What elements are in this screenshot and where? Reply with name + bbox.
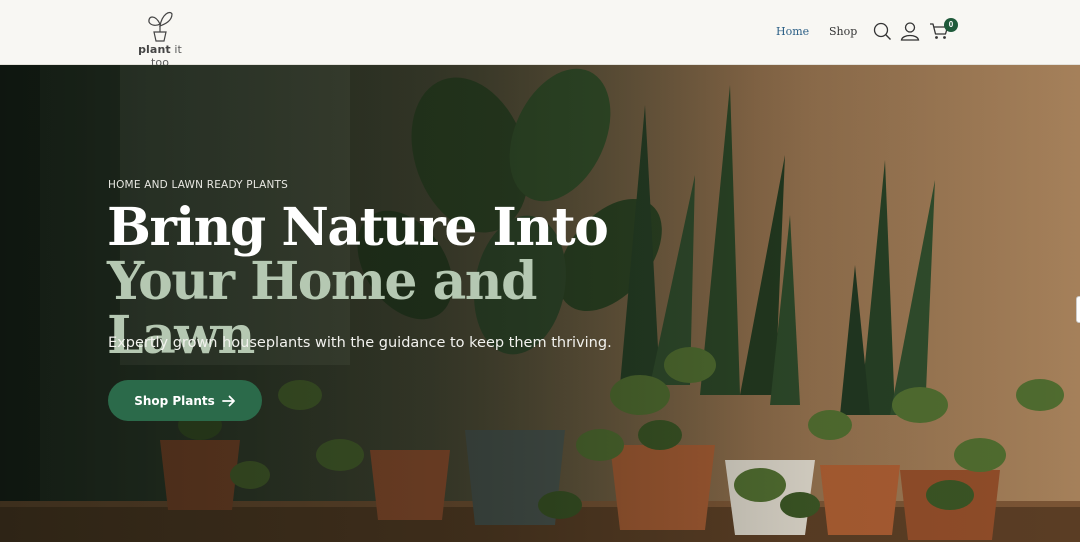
search-icon[interactable]: [873, 22, 892, 46]
brand-logo[interactable]: plant it too: [128, 8, 192, 69]
nav-shop[interactable]: Shop: [829, 25, 857, 38]
hero-title-line1: Bring Nature Into: [107, 197, 609, 258]
site-header: plant it too Home Shop 0: [0, 0, 1080, 69]
cart-count-badge: 0: [944, 18, 958, 32]
arrow-right-icon: [221, 395, 235, 406]
hero-subtitle: Expertly grown houseplants with the guid…: [108, 335, 612, 351]
user-icon[interactable]: [900, 21, 920, 46]
nav-home[interactable]: Home: [776, 25, 809, 38]
shop-plants-label: Shop Plants: [134, 393, 215, 408]
hero-eyebrow: HOME AND LAWN READY PLANTS: [108, 179, 289, 191]
hero-section: HOME AND LAWN READY PLANTS Bring Nature …: [0, 65, 1080, 542]
plant-logo-icon: [148, 11, 173, 42]
side-tab-handle[interactable]: [1076, 296, 1080, 323]
shop-plants-button[interactable]: Shop Plants: [108, 380, 262, 421]
